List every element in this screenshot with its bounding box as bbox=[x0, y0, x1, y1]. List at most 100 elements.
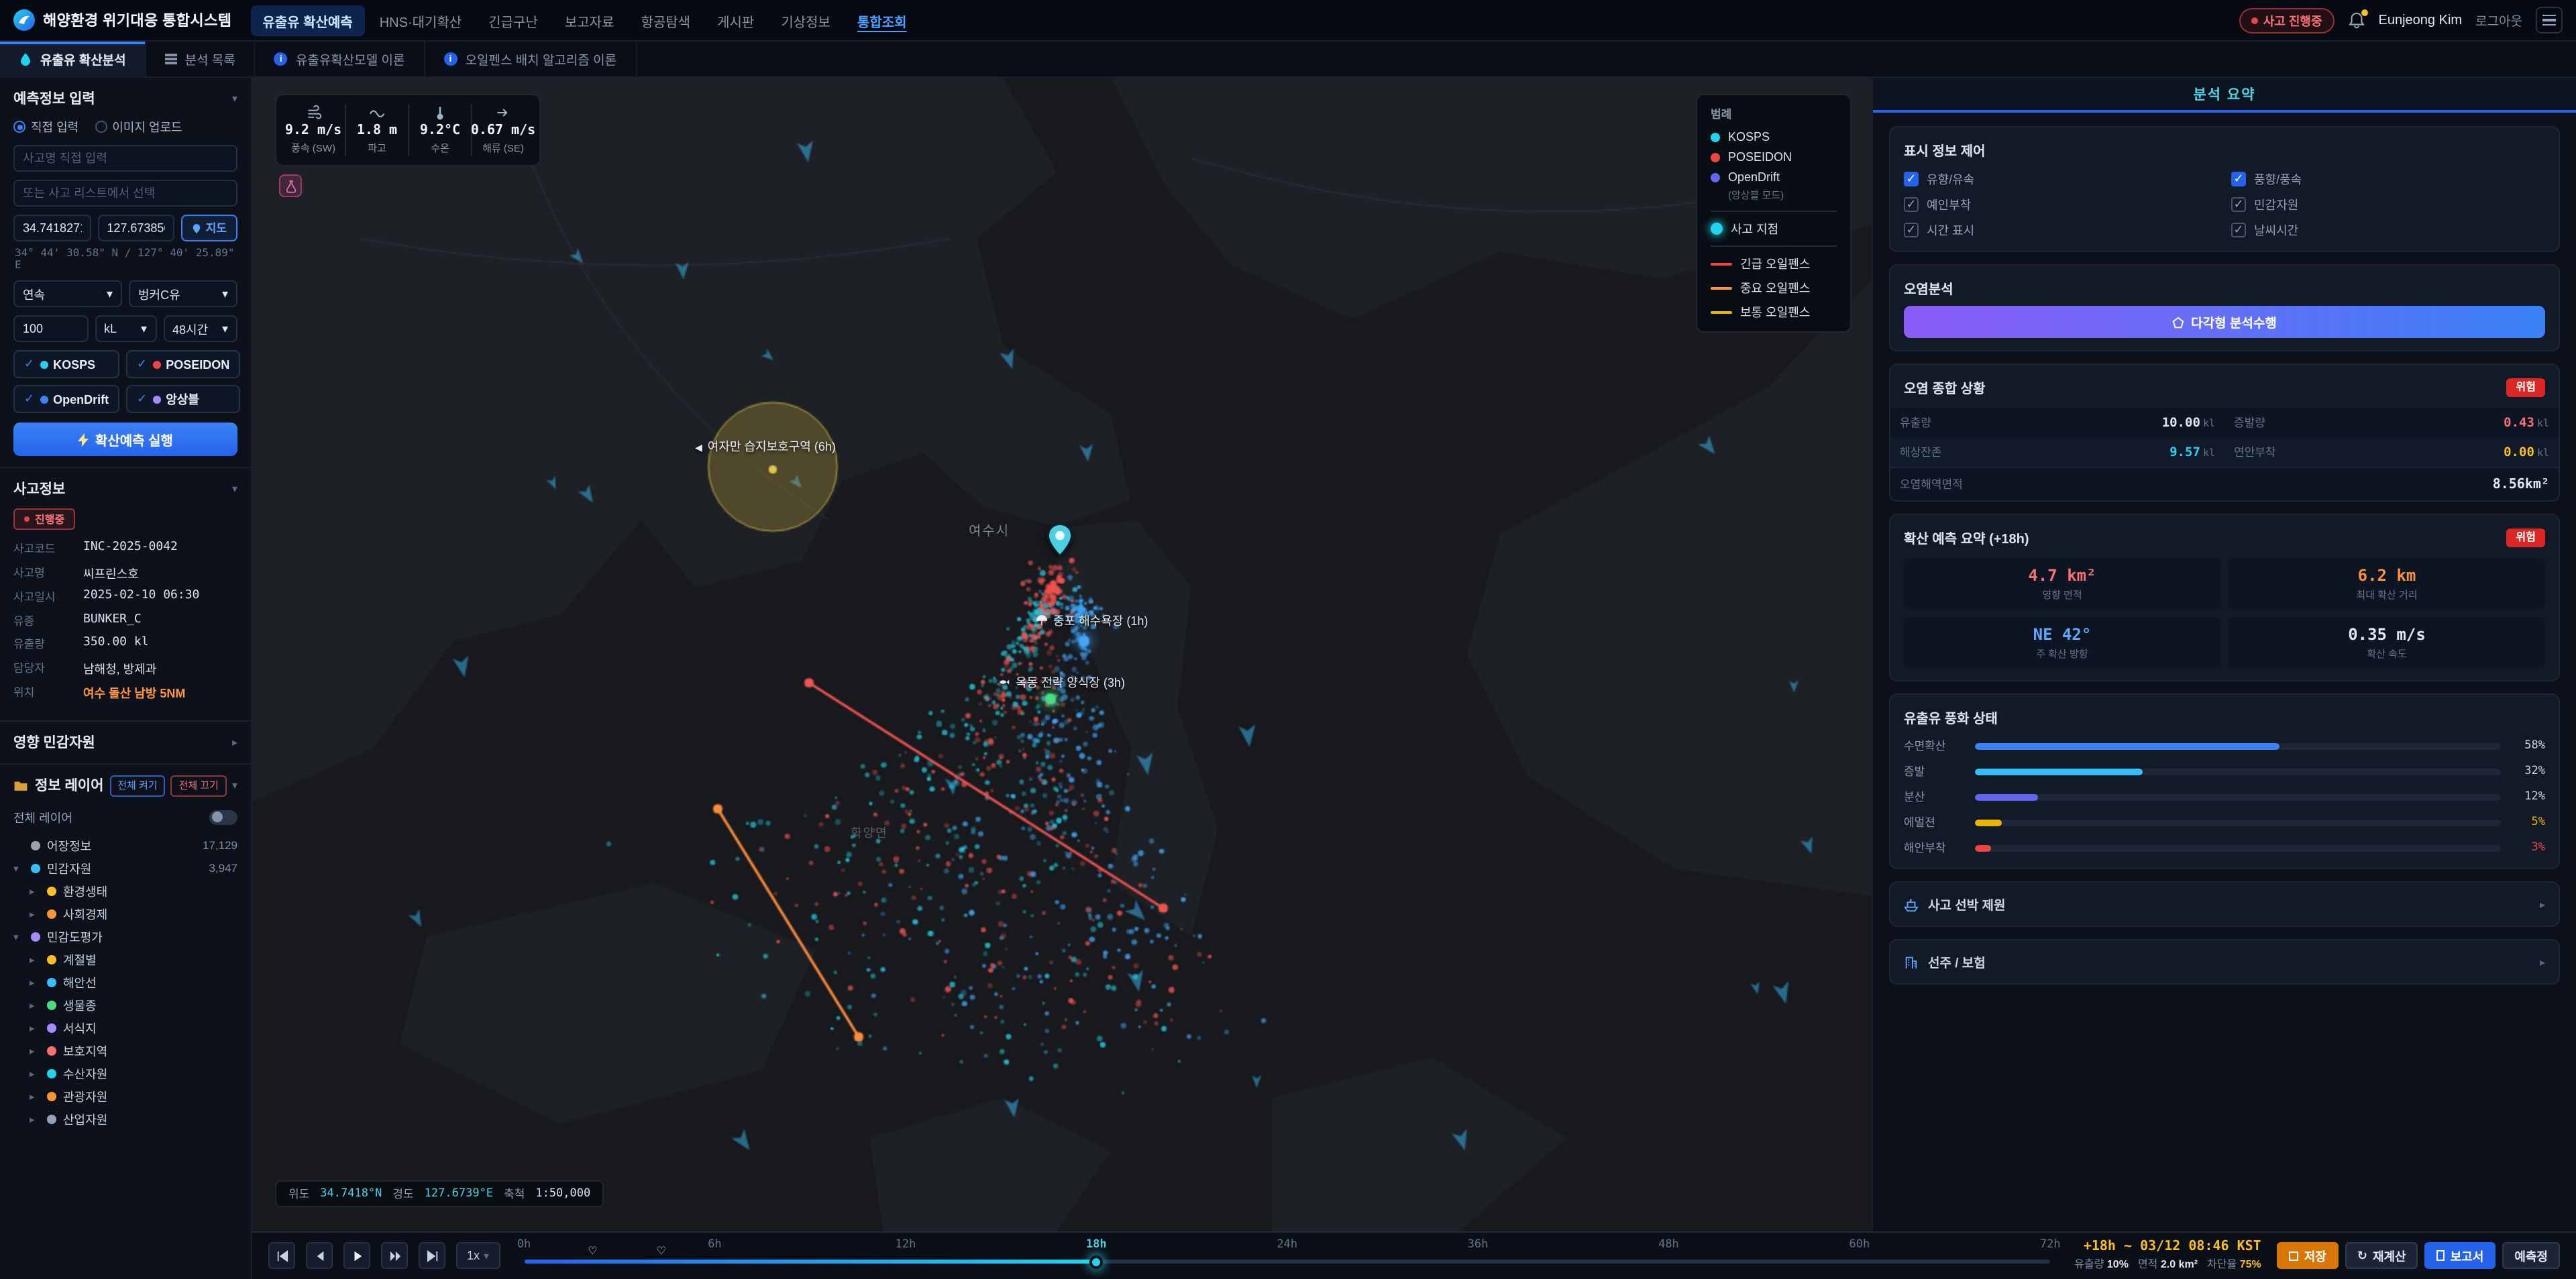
incident-active-badge[interactable]: 사고 진행중 bbox=[2239, 7, 2334, 33]
layer-item-socio-economy[interactable]: 사회경제 bbox=[13, 902, 237, 925]
layer-item-sensitive-resources[interactable]: 민감자원 3,947 bbox=[13, 856, 237, 879]
display-option-time[interactable]: 시간 표시 bbox=[1904, 221, 2218, 239]
display-option-towing[interactable]: 예인부착 bbox=[1904, 196, 2218, 213]
speed-select[interactable]: 1x bbox=[456, 1242, 500, 1269]
incident-list-input[interactable] bbox=[13, 180, 237, 207]
amount-input[interactable] bbox=[13, 315, 88, 342]
heart-marker-icon[interactable] bbox=[657, 1245, 666, 1257]
app-title: 해양환경 위기대응 통합시스템 bbox=[43, 9, 231, 31]
incident-name-input[interactable] bbox=[13, 145, 237, 172]
experiment-layer-button[interactable] bbox=[279, 174, 302, 197]
nav-item-weather-info[interactable]: 기상정보 bbox=[769, 5, 843, 36]
nav-item-emergency-rescue[interactable]: 긴급구난 bbox=[476, 5, 550, 36]
display-option-wind[interactable]: 풍향/풍속 bbox=[2231, 170, 2545, 188]
all-layers-off-button[interactable]: 전체 끄기 bbox=[171, 775, 227, 796]
model-toggle-opendrift[interactable]: OpenDrift bbox=[13, 385, 119, 413]
tick-18h[interactable]: 18h bbox=[1086, 1238, 1107, 1252]
incident-pin-icon[interactable] bbox=[1048, 524, 1072, 557]
layer-item-env-ecology[interactable]: 환경생태 bbox=[13, 879, 237, 902]
tab-diffusion-analysis[interactable]: 유출유 확산분석 bbox=[0, 42, 146, 76]
prediction-vessel-button[interactable]: 예측정 bbox=[2502, 1242, 2560, 1269]
tab-oilfence-theory[interactable]: 오일펜스 배치 알고리즘 이론 bbox=[425, 42, 637, 76]
tick-0h[interactable]: 0h bbox=[517, 1238, 531, 1252]
collapse-chevron-icon[interactable] bbox=[232, 779, 237, 791]
vessel-spec-section[interactable]: 사고 선박 제원 bbox=[1889, 881, 2560, 927]
tick-72h[interactable]: 72h bbox=[2040, 1238, 2061, 1252]
spill-type-select[interactable]: 연속 bbox=[13, 280, 122, 307]
layer-icon bbox=[47, 909, 56, 918]
model-toggle-ensemble[interactable]: 앙상블 bbox=[126, 385, 240, 413]
tick-12h[interactable]: 12h bbox=[895, 1238, 916, 1252]
legend-ensemble-note: (앙상블 모드) bbox=[1728, 188, 1837, 203]
tab-analysis-list[interactable]: 분석 목록 bbox=[146, 42, 256, 76]
nav-item-reports[interactable]: 보고자료 bbox=[553, 5, 627, 36]
timeline-slider[interactable]: 0h 6h 12h 18h 24h 36h 48h 60h 72h bbox=[524, 1231, 2050, 1279]
master-layer-toggle[interactable] bbox=[209, 810, 237, 824]
menu-button[interactable] bbox=[2536, 7, 2563, 34]
timeline-handle[interactable] bbox=[1089, 1255, 1103, 1268]
layer-item-industry-resources[interactable]: 산업자원 bbox=[13, 1107, 237, 1130]
expand-chevron-icon[interactable] bbox=[13, 862, 24, 874]
run-prediction-button[interactable]: 확산예측 실행 bbox=[13, 423, 237, 456]
pick-on-map-button[interactable]: 지도 bbox=[182, 215, 237, 241]
report-button[interactable]: 보고서 bbox=[2425, 1242, 2496, 1269]
tick-36h[interactable]: 36h bbox=[1468, 1238, 1489, 1252]
latitude-input[interactable] bbox=[13, 215, 91, 241]
logout-button[interactable]: 로그아웃 bbox=[2475, 11, 2522, 30]
skip-to-start-button[interactable] bbox=[268, 1242, 295, 1269]
expand-chevron-icon[interactable] bbox=[232, 736, 237, 748]
map-area[interactable]: 9.2 m/s 풍속 (SW) 1.8 m 파고 9.2°C 수온 bbox=[252, 78, 1872, 1231]
tick-60h[interactable]: 60h bbox=[1849, 1238, 1870, 1252]
layer-item-fishery-resources[interactable]: 수산자원 bbox=[13, 1062, 237, 1085]
layer-item-coastline[interactable]: 해안선 bbox=[13, 970, 237, 993]
all-layers-on-button[interactable]: 전체 켜기 bbox=[109, 775, 165, 796]
tick-48h[interactable]: 48h bbox=[1658, 1238, 1679, 1252]
layer-item-protected-area[interactable]: 보호지역 bbox=[13, 1039, 237, 1062]
owner-insurance-section[interactable]: 선주 / 보험 bbox=[1889, 939, 2560, 985]
app-logo[interactable]: 해양환경 위기대응 통합시스템 bbox=[13, 9, 231, 31]
layer-item-fishery-info[interactable]: 어장정보 17,129 bbox=[13, 834, 237, 856]
fast-forward-button[interactable] bbox=[381, 1242, 408, 1269]
heart-marker-icon[interactable] bbox=[588, 1245, 597, 1257]
play-button[interactable] bbox=[343, 1242, 370, 1269]
collapse-chevron-icon[interactable] bbox=[232, 93, 237, 105]
nav-item-board[interactable]: 게시판 bbox=[705, 5, 766, 36]
layer-item-sensitivity-eval[interactable]: 민감도평가 bbox=[13, 925, 237, 948]
display-option-weather-time[interactable]: 날씨시간 bbox=[2231, 221, 2545, 239]
panel-header-tab[interactable]: 분석 요약 bbox=[1873, 78, 2576, 113]
map-canvas[interactable] bbox=[252, 78, 1872, 1231]
nav-item-hns-atmospheric[interactable]: HNS·대기확산 bbox=[368, 5, 474, 36]
expand-chevron-icon[interactable] bbox=[30, 907, 40, 920]
layer-item-seasonal[interactable]: 계절별 bbox=[13, 948, 237, 970]
unit-select[interactable]: kL bbox=[95, 315, 156, 342]
notification-bell-icon[interactable] bbox=[2348, 11, 2365, 29]
display-option-sensitive[interactable]: 민감자원 bbox=[2231, 196, 2545, 213]
longitude-input[interactable] bbox=[97, 215, 174, 241]
step-back-button[interactable] bbox=[306, 1242, 333, 1269]
layer-item-habitat[interactable]: 서식지 bbox=[13, 1016, 237, 1039]
tab-model-theory[interactable]: 유출유확산모델 이론 bbox=[256, 42, 425, 76]
radio-direct-input[interactable]: 직접 입력 bbox=[13, 118, 78, 135]
tick-6h[interactable]: 6h bbox=[708, 1238, 722, 1252]
collapse-chevron-icon[interactable] bbox=[232, 483, 237, 495]
map-legend: 범례 KOSPS POSEIDON OpenDrift bbox=[1696, 94, 1851, 333]
model-toggle-poseidon[interactable]: POSEIDON bbox=[126, 350, 240, 378]
layer-item-species[interactable]: 생물종 bbox=[13, 993, 237, 1016]
duration-select[interactable]: 48시간 bbox=[163, 315, 237, 342]
layer-item-tourism-resources[interactable]: 관광자원 bbox=[13, 1085, 237, 1107]
save-button[interactable]: 저장 bbox=[2277, 1242, 2339, 1269]
display-option-flow[interactable]: 유향/유속 bbox=[1904, 170, 2218, 188]
expand-chevron-icon[interactable] bbox=[30, 885, 40, 897]
tick-24h[interactable]: 24h bbox=[1277, 1238, 1297, 1252]
expand-chevron-icon[interactable] bbox=[13, 930, 24, 942]
nav-item-oil-spill-prediction[interactable]: 유출유 확산예측 bbox=[250, 5, 364, 36]
polygon-analysis-button[interactable]: 다각형 분석수행 bbox=[1904, 306, 2545, 338]
model-toggle-kosps[interactable]: KOSPS bbox=[13, 350, 119, 378]
nav-item-integrated-search[interactable]: 통합조회 bbox=[845, 5, 919, 36]
skip-to-end-button[interactable] bbox=[419, 1242, 445, 1269]
timeline-info: +18h ~ 03/12 08:46 KST 유출량 10% 면적 2.0 km… bbox=[2074, 1239, 2261, 1272]
recalculate-button[interactable]: ↻재계산 bbox=[2345, 1242, 2418, 1269]
oil-type-select[interactable]: 벙커C유 bbox=[129, 280, 237, 307]
nav-item-aerial-search[interactable]: 항공탐색 bbox=[629, 5, 702, 36]
radio-image-upload[interactable]: 이미지 업로드 bbox=[95, 118, 182, 135]
